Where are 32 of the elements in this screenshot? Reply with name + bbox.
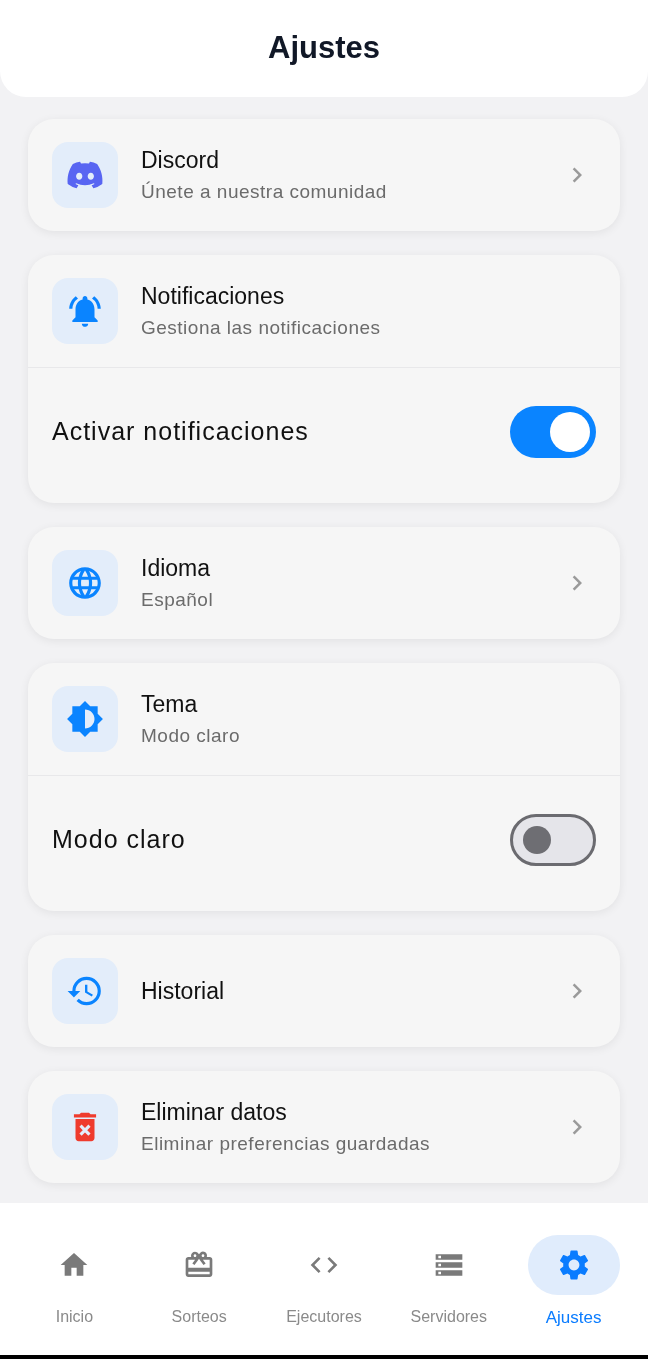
settings-row[interactable]: Discord Únete a nuestra comunidad	[28, 119, 620, 231]
row-subtitle: Eliminar preferencias guardadas	[141, 1132, 432, 1156]
toggle-switch[interactable]	[510, 813, 596, 866]
settings-row[interactable]: Notificaciones Gestiona las notificaciones	[28, 255, 620, 367]
nav-label: Sorteos	[171, 1307, 227, 1327]
toggle-label: Modo claro	[52, 823, 186, 855]
page-title: Ajustes	[268, 29, 380, 68]
row-title: Notificaciones	[141, 282, 286, 310]
row-subtitle: Únete a nuestra comunidad	[141, 180, 388, 204]
settings-row[interactable]: Historial	[28, 935, 620, 1047]
globe-icon	[66, 564, 104, 602]
row-title: Tema	[141, 690, 199, 718]
nav-tab[interactable]: Servidores	[393, 1235, 504, 1329]
nav-tab[interactable]: Inicio	[19, 1235, 130, 1329]
row-subtitle: Modo claro	[141, 724, 241, 748]
toggle-switch[interactable]	[510, 405, 596, 458]
row-title: Discord	[141, 146, 220, 174]
nav-tab[interactable]: Sorteos	[144, 1235, 255, 1329]
nav-label: Ajustes	[545, 1307, 602, 1329]
nav-label: Servidores	[410, 1307, 487, 1327]
row-subtitle: Español	[141, 588, 215, 612]
row-title: Idioma	[141, 554, 212, 582]
settings-row[interactable]: Eliminar datos Eliminar preferencias guardadas	[28, 1071, 620, 1183]
settings-row[interactable]: Idioma Español	[28, 527, 620, 639]
brightness-icon	[66, 700, 104, 738]
row-title: Historial	[141, 977, 226, 1005]
row-subtitle: Gestiona las notificaciones	[141, 316, 382, 340]
toggle-label: Activar notificaciones	[52, 415, 309, 447]
nav-label: Inicio	[55, 1307, 94, 1327]
row-title: Eliminar datos	[141, 1098, 288, 1126]
settings-row[interactable]: Tema Modo claro	[28, 663, 620, 775]
nav-label: Ejecutores	[286, 1307, 362, 1327]
